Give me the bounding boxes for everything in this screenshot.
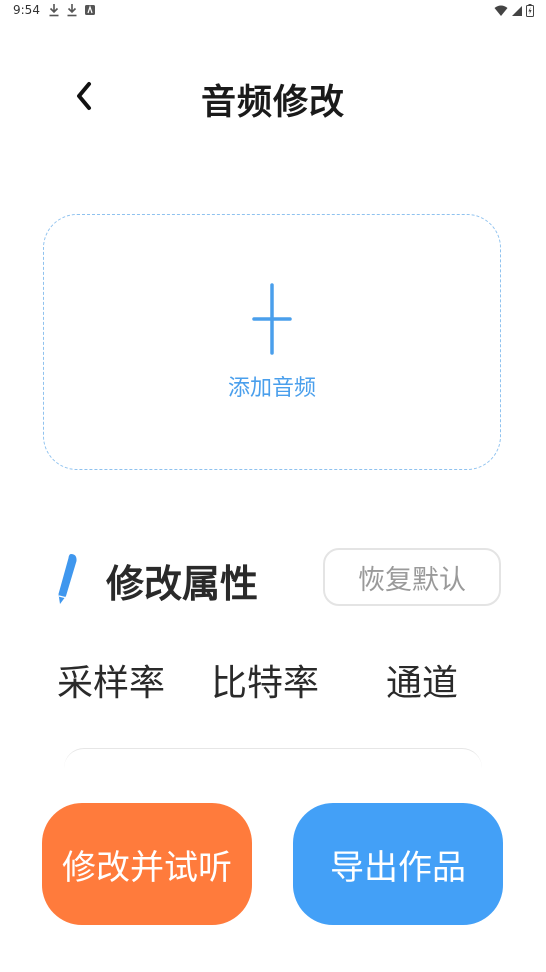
- wifi-icon: [494, 5, 508, 16]
- section-title: 修改属性: [106, 562, 259, 606]
- pencil-icon: [58, 554, 77, 604]
- download-icon: [49, 4, 59, 17]
- attribute-selector-panel[interactable]: [64, 748, 482, 768]
- status-notifications: [48, 3, 96, 17]
- status-system-icons: [494, 4, 534, 17]
- add-audio-label: 添加音频: [227, 376, 316, 401]
- modify-and-preview-button[interactable]: 修改并试听: [42, 803, 252, 925]
- sample-rate-label: 采样率: [57, 663, 166, 704]
- signal-icon: [512, 5, 522, 16]
- reset-default-button[interactable]: 恢复默认: [323, 548, 501, 606]
- export-button[interactable]: 导出作品: [293, 803, 503, 925]
- plus-icon: [252, 283, 292, 355]
- channel-label: 通道: [386, 663, 459, 704]
- page-title: 音频修改: [200, 83, 345, 123]
- bitrate-label: 比特率: [211, 663, 320, 704]
- status-time: 9:54: [13, 3, 40, 17]
- add-audio-button[interactable]: 添加音频: [43, 214, 501, 470]
- status-bar: 9:54: [0, 0, 546, 24]
- app-notification-icon: [85, 5, 95, 15]
- download-icon: [67, 4, 77, 17]
- battery-icon: [526, 4, 534, 17]
